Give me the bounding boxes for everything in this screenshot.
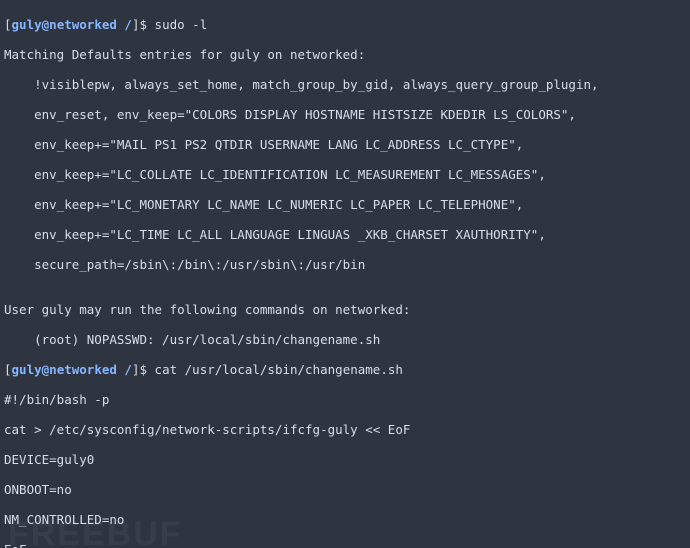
output-line: env_keep+="LC_COLLATE LC_IDENTIFICATION … — [4, 167, 686, 182]
output-line: #!/bin/bash -p — [4, 392, 686, 407]
terminal-output[interactable]: [guly@networked /]$ sudo -l Matching Def… — [0, 0, 690, 548]
output-line: EoF — [4, 542, 686, 548]
prompt-user: guly — [12, 17, 42, 32]
output-line: (root) NOPASSWD: /usr/local/sbin/changen… — [4, 332, 686, 347]
output-line: Matching Defaults entries for guly on ne… — [4, 47, 686, 62]
prompt-host: networked — [49, 17, 117, 32]
output-line: secure_path=/sbin\:/bin\:/usr/sbin\:/usr… — [4, 257, 686, 272]
output-line: !visiblepw, always_set_home, match_group… — [4, 77, 686, 92]
output-line: ONBOOT=no — [4, 482, 686, 497]
prompt-path: / — [117, 17, 132, 32]
output-line: env_keep+="LC_TIME LC_ALL LANGUAGE LINGU… — [4, 227, 686, 242]
output-line: NM_CONTROLLED=no — [4, 512, 686, 527]
output-line: DEVICE=guly0 — [4, 452, 686, 467]
output-line: env_keep+="LC_MONETARY LC_NAME LC_NUMERI… — [4, 197, 686, 212]
output-line: env_keep+="MAIL PS1 PS2 QTDIR USERNAME L… — [4, 137, 686, 152]
output-line: cat > /etc/sysconfig/network-scripts/ifc… — [4, 422, 686, 437]
prompt-line-1: [guly@networked /]$ sudo -l — [4, 17, 686, 32]
output-line: env_reset, env_keep="COLORS DISPLAY HOST… — [4, 107, 686, 122]
command-sudo-l: sudo -l — [155, 17, 208, 32]
prompt-line-2: [guly@networked /]$ cat /usr/local/sbin/… — [4, 362, 686, 377]
command-cat: cat /usr/local/sbin/changename.sh — [155, 362, 403, 377]
output-line: User guly may run the following commands… — [4, 302, 686, 317]
